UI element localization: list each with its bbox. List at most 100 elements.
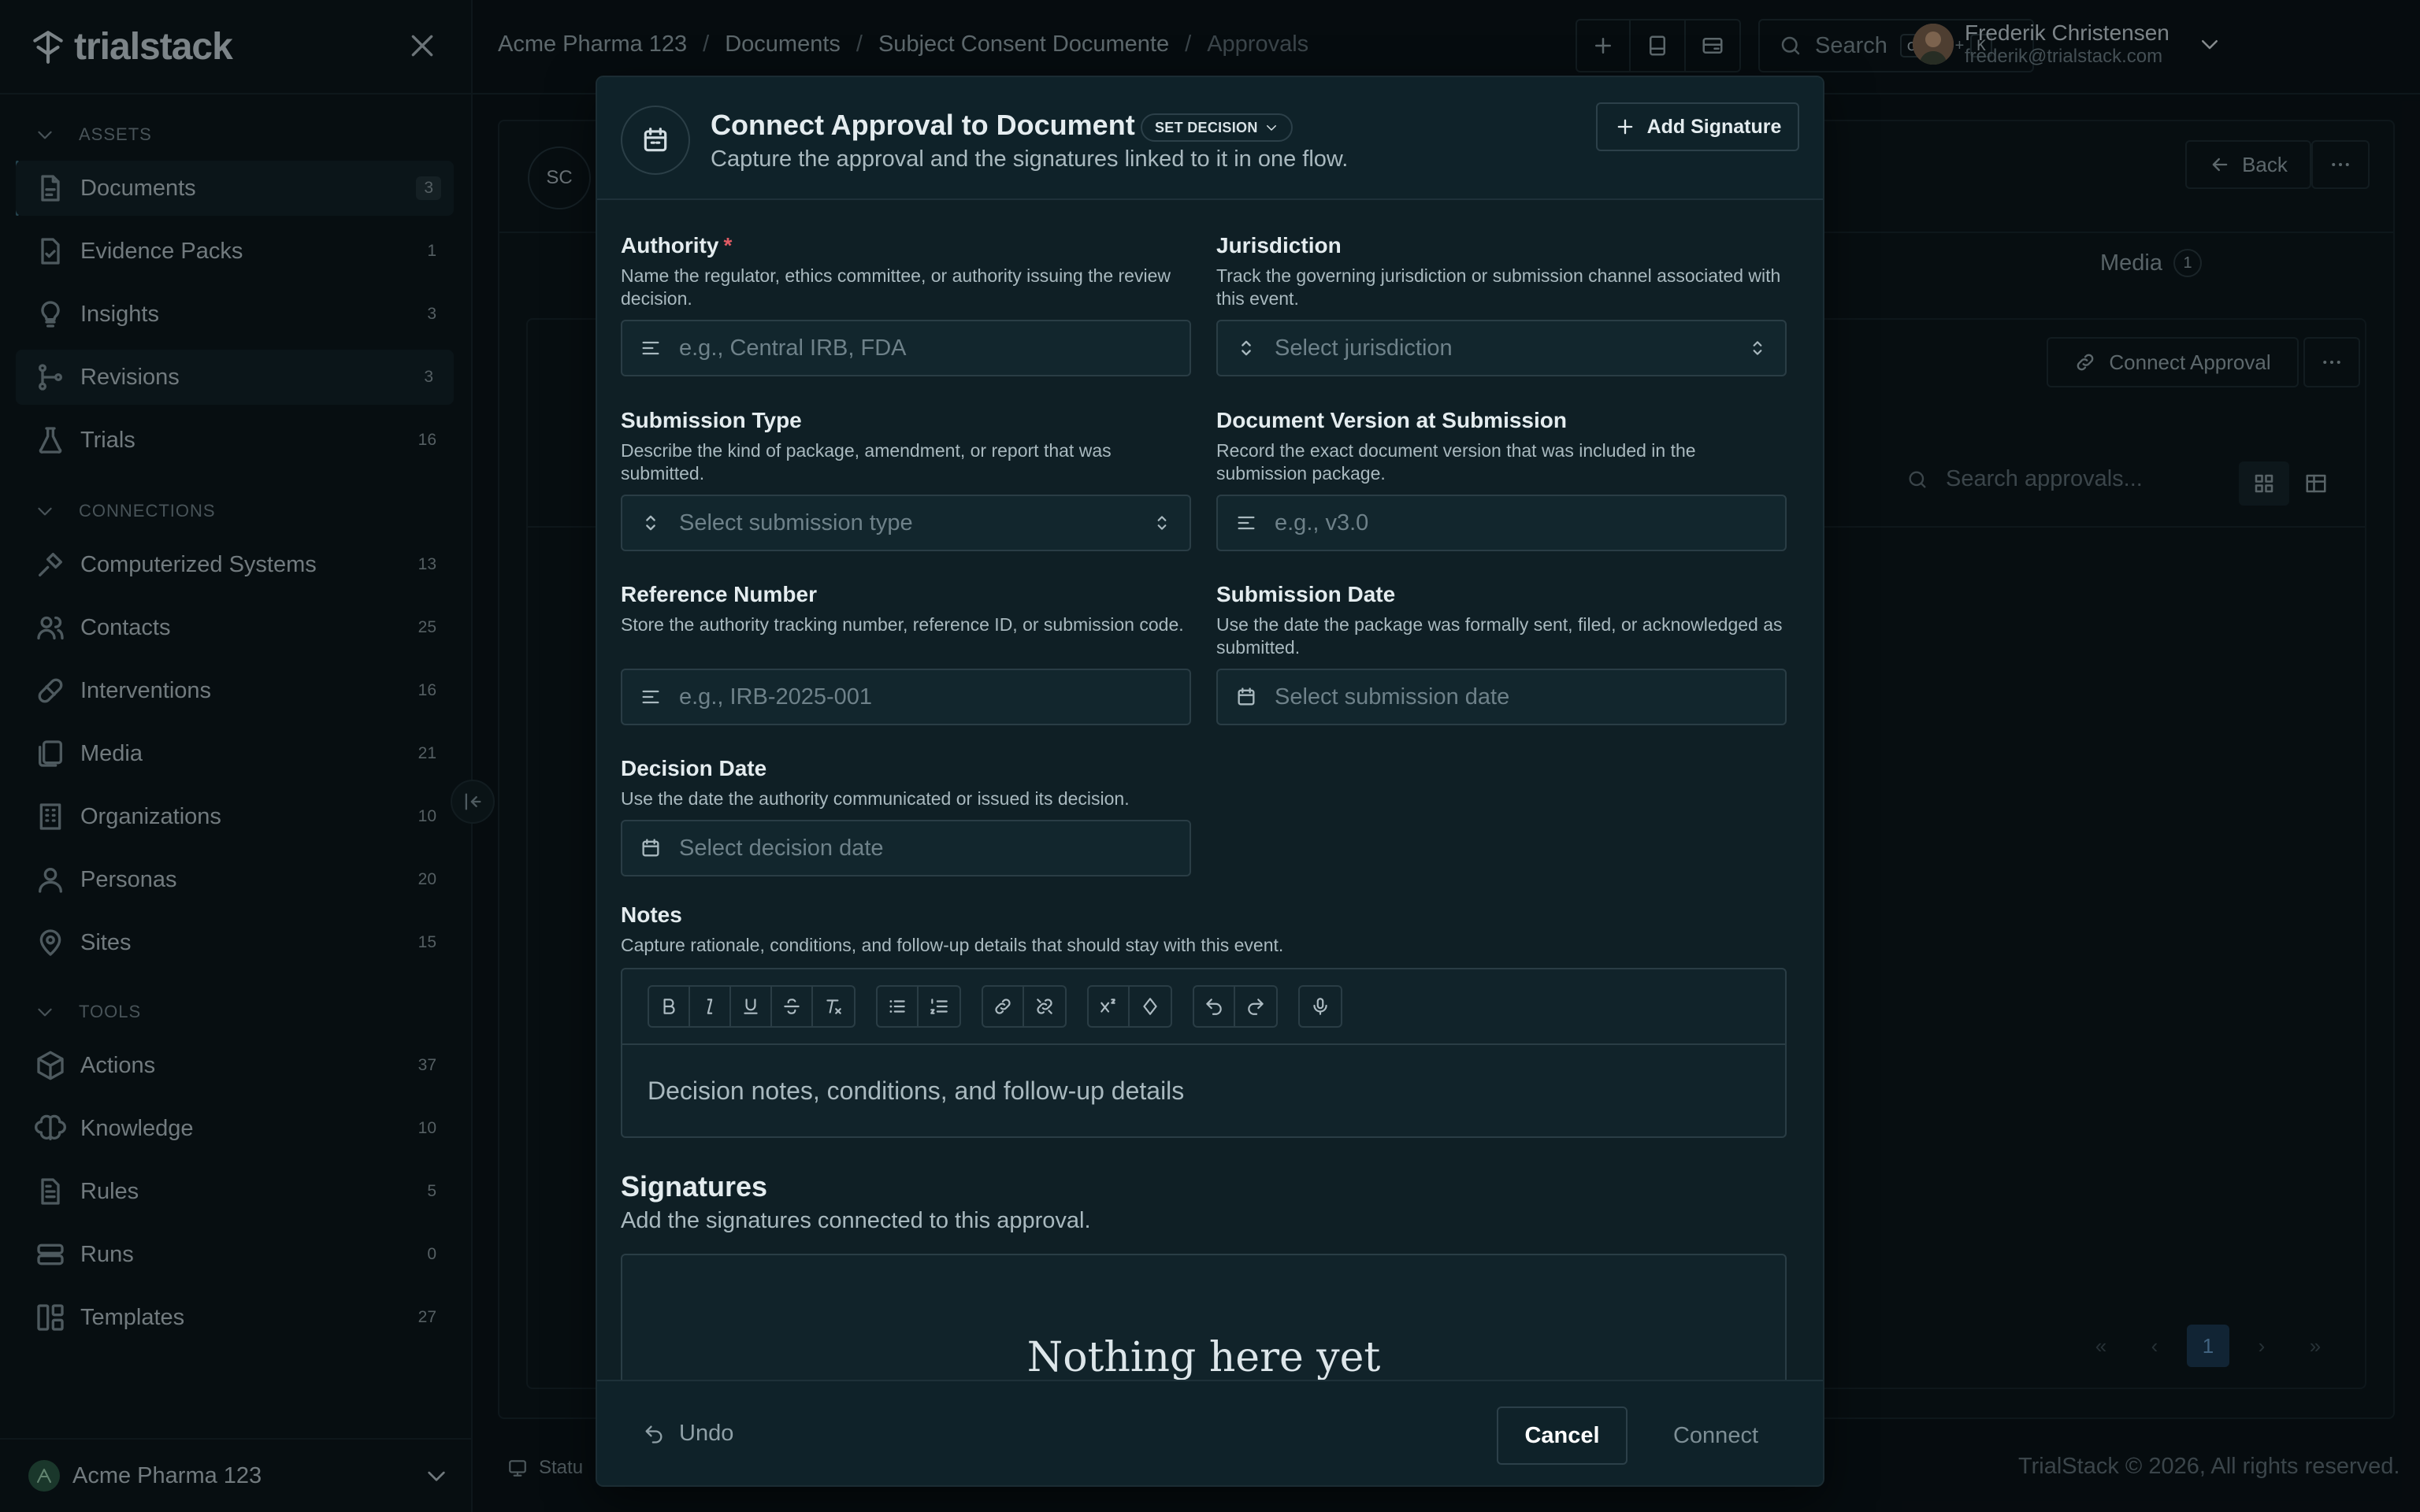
set-decision-badge[interactable]: SET DECISION [1141,113,1293,142]
empty-state-title: Nothing here yet [1026,1334,1381,1381]
unlink-icon [1037,999,1052,1014]
history-group [1193,985,1278,1028]
unlink-button[interactable] [1024,987,1065,1026]
clear-format-icon [826,999,841,1014]
link-group [982,985,1067,1028]
superscript-button[interactable] [1089,987,1130,1026]
editor-toolbar [622,969,1785,1045]
authority-input[interactable]: e.g., Central IRB, FDA [621,320,1191,376]
decision-date-picker[interactable]: Select decision date [621,820,1191,876]
add-signature-label: Add Signature [1646,115,1782,138]
italic-button[interactable] [690,987,731,1026]
undo-button[interactable] [1194,987,1235,1026]
redo-button[interactable] [1235,987,1276,1026]
clear-format-button[interactable] [813,987,854,1026]
undo-icon [1206,999,1222,1015]
reference-number-placeholder: e.g., IRB-2025-001 [679,684,873,710]
signatures-subtitle: Add the signatures connected to this app… [621,1208,1091,1233]
highlight-button[interactable] [1130,987,1171,1026]
strikethrough-icon [784,999,800,1014]
plus-icon [1617,119,1632,135]
undo-label: Undo [679,1421,734,1446]
notes-editor: Decision notes, conditions, and follow-u… [621,968,1787,1138]
format-group [648,985,856,1028]
decision-date-field: Decision Date Use the date the authority… [621,756,1191,876]
field-label: Authority * [621,233,1191,258]
document-version-field: Document Version at Submission Record th… [1216,408,1787,551]
bullet-list-icon [889,1000,905,1013]
required-marker: * [723,233,733,258]
notes-placeholder[interactable]: Decision notes, conditions, and follow-u… [622,1045,1785,1137]
sort-icon [646,515,655,531]
signatures-title: Signatures [621,1170,768,1203]
field-description: Name the regulator, ethics committee, or… [621,265,1171,309]
chevron-up-down-icon [1157,516,1167,530]
underline-icon [744,999,758,1014]
submission-date-placeholder: Select submission date [1275,684,1510,710]
sort-icon [1242,340,1251,356]
reference-number-label: Reference Number [621,582,817,606]
cancel-button[interactable]: Cancel [1497,1406,1628,1465]
submission-date-field: Submission Date Use the date the package… [1216,582,1787,725]
text-lines-icon [642,690,659,704]
chevron-down-icon [1266,125,1276,131]
calendar-icon [642,839,659,857]
authority-field: Authority * Name the regulator, ethics co… [621,233,1191,376]
dialog-title: Connect Approval to Document [711,109,1135,141]
voice-group [1298,985,1342,1028]
connect-button[interactable]: Connect [1645,1406,1787,1465]
link-button[interactable] [983,987,1024,1026]
undo-action-button[interactable]: Undo [643,1421,733,1447]
undo-icon [645,1425,663,1443]
document-version-label: Document Version at Submission [1216,408,1567,432]
submission-type-label: Submission Type [621,408,802,432]
submission-type-select[interactable]: Select submission type [621,495,1191,551]
numbered-list-icon [930,999,948,1014]
superscript-icon [1101,999,1115,1013]
dialog-header: Connect Approval to Document SET DECISIO… [597,77,1823,200]
jurisdiction-field: Jurisdiction Track the governing jurisdi… [1216,233,1787,376]
jurisdiction-placeholder: Select jurisdiction [1275,335,1453,361]
dictation-button[interactable] [1300,987,1341,1026]
field-description: Describe the kind of package, amendment,… [621,440,1112,484]
underline-button[interactable] [731,987,772,1026]
decision-date-label: Decision Date [621,756,767,780]
calendar-icon [644,128,667,152]
document-version-input[interactable]: e.g., v3.0 [1216,495,1787,551]
bold-button[interactable] [649,987,690,1026]
field-description: Capture rationale, conditions, and follo… [621,935,1284,955]
decision-date-placeholder: Select decision date [679,835,884,861]
chevron-up-down-icon [1753,341,1762,355]
signatures-section: Signatures Add the signatures connected … [621,1170,1091,1234]
dialog-footer: Undo Cancel Connect [597,1380,1823,1485]
field-description: Track the governing jurisdiction or subm… [1216,265,1781,309]
document-version-placeholder: e.g., v3.0 [1275,510,1369,536]
connect-approval-dialog: Connect Approval to Document SET DECISIO… [596,76,1824,1487]
add-signature-button[interactable]: Add Signature [1596,102,1799,151]
list-group [876,985,961,1028]
badge-label: SET DECISION [1155,119,1258,135]
link-icon [995,999,1011,1014]
notes-field: Notes Capture rationale, conditions, and… [621,902,1787,1138]
reference-number-field: Reference Number Store the authority tra… [621,582,1191,725]
authority-label: Authority [621,233,719,258]
dialog-icon [621,106,690,175]
calendar-icon [1238,687,1255,706]
authority-placeholder: e.g., Central IRB, FDA [679,335,907,361]
submission-type-placeholder: Select submission type [679,510,913,536]
text-lines-icon [1238,516,1255,530]
jurisdiction-select[interactable]: Select jurisdiction [1216,320,1787,376]
dialog-subtitle: Capture the approval and the signatures … [711,146,1349,172]
submission-date-picker[interactable]: Select submission date [1216,669,1787,725]
field-description: Use the date the authority communicated … [621,788,1130,809]
special-group [1087,985,1172,1028]
numbered-list-button[interactable] [919,987,959,1026]
strikethrough-button[interactable] [772,987,813,1026]
field-description: Store the authority tracking number, ref… [621,614,1184,635]
reference-number-input[interactable]: e.g., IRB-2025-001 [621,669,1191,725]
bullet-list-button[interactable] [878,987,919,1026]
diamond-icon [1143,998,1157,1015]
text-lines-icon [642,341,659,355]
field-description: Use the date the package was formally se… [1216,614,1783,658]
field-description: Record the exact document version that w… [1216,440,1696,484]
